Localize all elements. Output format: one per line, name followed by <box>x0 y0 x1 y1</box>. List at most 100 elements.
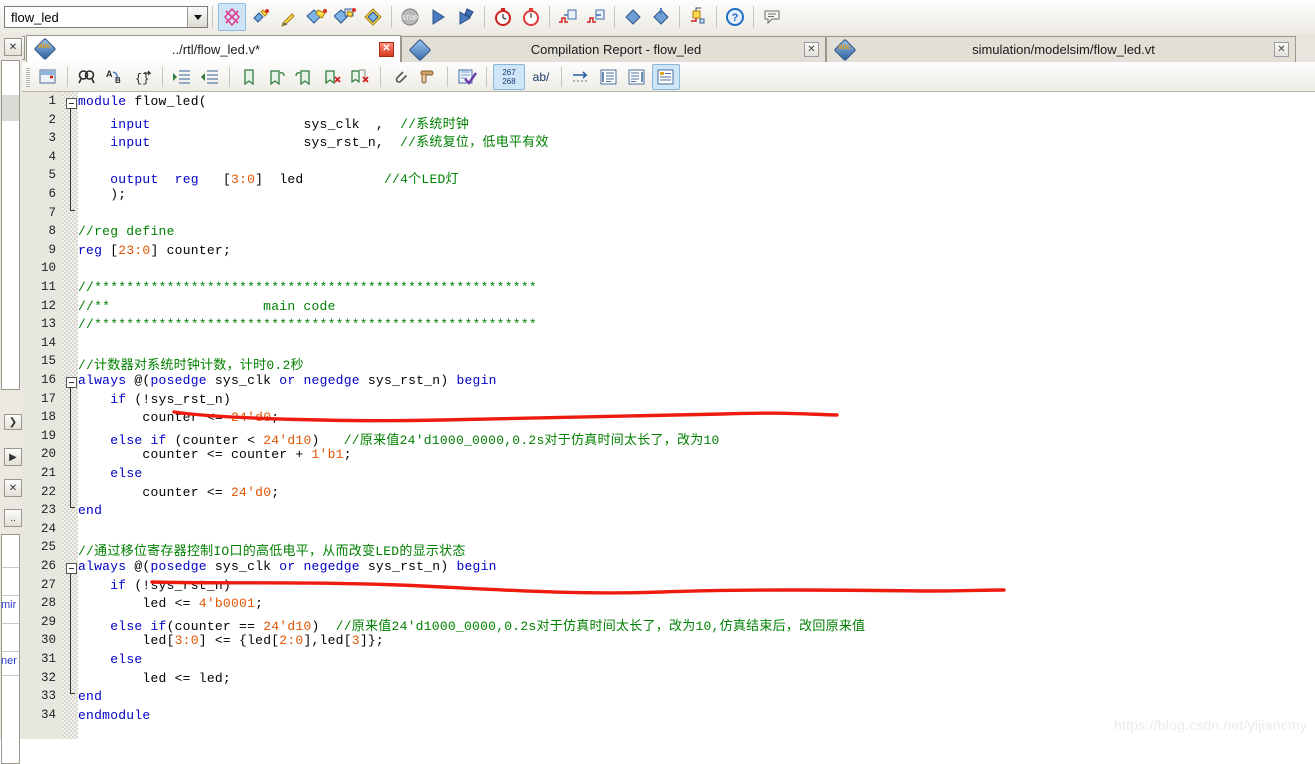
rail-expand-right[interactable]: ❯ <box>4 414 22 430</box>
rail-divider <box>2 567 19 568</box>
line-number: 10 <box>40 261 56 276</box>
rail-divider <box>2 623 19 624</box>
stop-icon[interactable]: STOP <box>397 4 423 30</box>
svg-text:A: A <box>106 69 113 79</box>
line-number: 12 <box>40 298 56 313</box>
code-editor[interactable]: 1 2 3 4 5 6 7 8 9 10 11 12 13 14 15 16 17 18 19 20 21 22 23 24 2… <box>22 92 1315 739</box>
code-line: ); <box>78 187 127 202</box>
verilog-file-icon: abc <box>33 37 57 61</box>
code-line: endmodule <box>78 707 151 723</box>
start-compilation-icon[interactable] <box>304 4 330 30</box>
toolbar-divider <box>391 6 392 28</box>
toolbar-divider <box>716 6 717 28</box>
indent-block-icon[interactable] <box>596 65 622 89</box>
outdent-block-icon[interactable] <box>624 65 650 89</box>
rail-close-top[interactable]: ✕ <box>4 38 22 56</box>
show-all-icon[interactable] <box>652 63 680 90</box>
programmer-icon[interactable] <box>360 4 386 30</box>
line-number: 9 <box>48 242 56 257</box>
line-number: 18 <box>40 410 56 425</box>
replace-icon[interactable]: A B <box>102 65 128 89</box>
rail-more[interactable]: .. <box>4 509 22 527</box>
stop-compilation-icon[interactable] <box>218 3 246 31</box>
timing-analyzer-icon[interactable] <box>518 4 544 30</box>
line-number: 29 <box>40 614 56 629</box>
assignment-editor-icon[interactable] <box>620 4 646 30</box>
tab-flow-led-v[interactable]: abc ../rtl/flow_led.v* ✕ <box>26 35 401 62</box>
check-syntax-icon[interactable] <box>454 65 480 89</box>
svg-text:STOP: STOP <box>402 16 418 22</box>
editor-divider <box>561 66 562 87</box>
decrease-indent-icon[interactable] <box>197 65 223 89</box>
toolbar-divider <box>212 6 213 28</box>
editor-divider <box>67 66 68 87</box>
analysis-synthesis-icon[interactable] <box>276 4 302 30</box>
bookmark-clear-all-icon[interactable] <box>348 65 374 89</box>
code-line: input sys_rst_n, //系统复位，低电平有效 <box>110 135 549 151</box>
bookmark-clear-icon[interactable] <box>320 65 346 89</box>
goto-line-icon[interactable]: {} <box>130 65 156 89</box>
signaltap-out-icon[interactable] <box>583 4 609 30</box>
code-line: //**************************************… <box>78 280 537 295</box>
bookmark-next-icon[interactable] <box>264 65 290 89</box>
insert-template-icon[interactable] <box>35 65 61 89</box>
line-number: 11 <box>40 280 56 294</box>
code-line: else <box>110 652 143 667</box>
line-number: 15 <box>40 354 56 369</box>
rtl-simulation-icon[interactable] <box>453 4 479 30</box>
run-simulation-icon[interactable] <box>425 4 451 30</box>
word-wrap-icon[interactable]: ab/ <box>527 65 555 89</box>
project-combo[interactable]: flow_led <box>4 6 208 28</box>
close-icon[interactable]: ✕ <box>379 41 394 57</box>
rail-panel-upper[interactable] <box>1 60 20 390</box>
fold-toggle-icon[interactable] <box>66 563 77 574</box>
toolbar-grip[interactable] <box>26 66 30 87</box>
code-line: else if (counter < 24'd10) //原来值24'd1000… <box>110 432 720 448</box>
bookmark-toggle-icon[interactable] <box>236 65 262 89</box>
tab-label: ../rtl/flow_led.v* <box>171 41 261 57</box>
line-number: 31 <box>40 652 56 666</box>
line-number: 3 <box>48 131 56 146</box>
rail-panel-lower[interactable]: mir ner <box>1 534 20 764</box>
help-icon[interactable]: ? <box>722 4 748 30</box>
code-line: //计数器对系统时钟计数，计时0.2秒 <box>78 358 304 374</box>
tab-compilation-report[interactable]: Compilation Report - flow_led ✕ <box>401 36 826 62</box>
chevron-down-icon[interactable] <box>187 7 207 27</box>
message-icon[interactable] <box>759 4 785 30</box>
fold-toggle-icon[interactable] <box>66 377 77 388</box>
editor-divider <box>447 66 448 87</box>
rail-play[interactable]: ▶ <box>4 448 22 466</box>
code-line: module flow_led( <box>78 94 207 109</box>
pin-planner-icon[interactable] <box>648 4 674 30</box>
code-line: else if(counter == 24'd10) //原来值24'd1000… <box>110 618 866 634</box>
svg-text:?: ? <box>732 12 739 24</box>
increase-indent-icon[interactable] <box>169 65 195 89</box>
timing-analyzer-red-icon[interactable] <box>490 4 516 30</box>
line-number: 2 <box>48 112 56 127</box>
code-line: always @(posedge sys_clk or negedge sys_… <box>78 373 497 388</box>
editor-toolbar: A B {} 267 268 ab/ <box>22 62 1315 92</box>
code-line: counter <= 24'd0; <box>78 410 280 426</box>
code-line: //** main code <box>78 298 336 314</box>
rail-close-mid[interactable]: ✕ <box>4 479 22 497</box>
line-numbers-label-top: 267 <box>502 67 516 77</box>
compile-design-icon[interactable] <box>332 4 358 30</box>
attach-icon[interactable] <box>387 65 413 89</box>
device-chain-icon[interactable] <box>685 4 711 30</box>
line-number: 23 <box>40 503 56 518</box>
start-analysis-elaboration-icon[interactable] <box>248 4 274 30</box>
fold-toggle-icon[interactable] <box>66 98 77 109</box>
code-line: led <= led; <box>78 670 231 686</box>
script-icon[interactable] <box>415 65 441 89</box>
close-icon[interactable]: ✕ <box>1274 42 1289 57</box>
signaltap-in-icon[interactable] <box>555 4 581 30</box>
show-whitespace-icon[interactable] <box>568 65 594 89</box>
find-icon[interactable] <box>74 65 100 89</box>
line-numbers-icon[interactable]: 267 268 <box>493 63 525 90</box>
project-combo-value: flow_led <box>11 9 59 25</box>
tab-flow-led-vt[interactable]: abc simulation/modelsim/flow_led.vt ✕ <box>826 36 1296 62</box>
line-number: 1 <box>48 94 56 108</box>
quartus-window: flow_led STOP ? abc ../rtl/flow_led.v* ✕… <box>0 0 1315 764</box>
close-icon[interactable]: ✕ <box>804 42 819 57</box>
bookmark-prev-icon[interactable] <box>292 65 318 89</box>
